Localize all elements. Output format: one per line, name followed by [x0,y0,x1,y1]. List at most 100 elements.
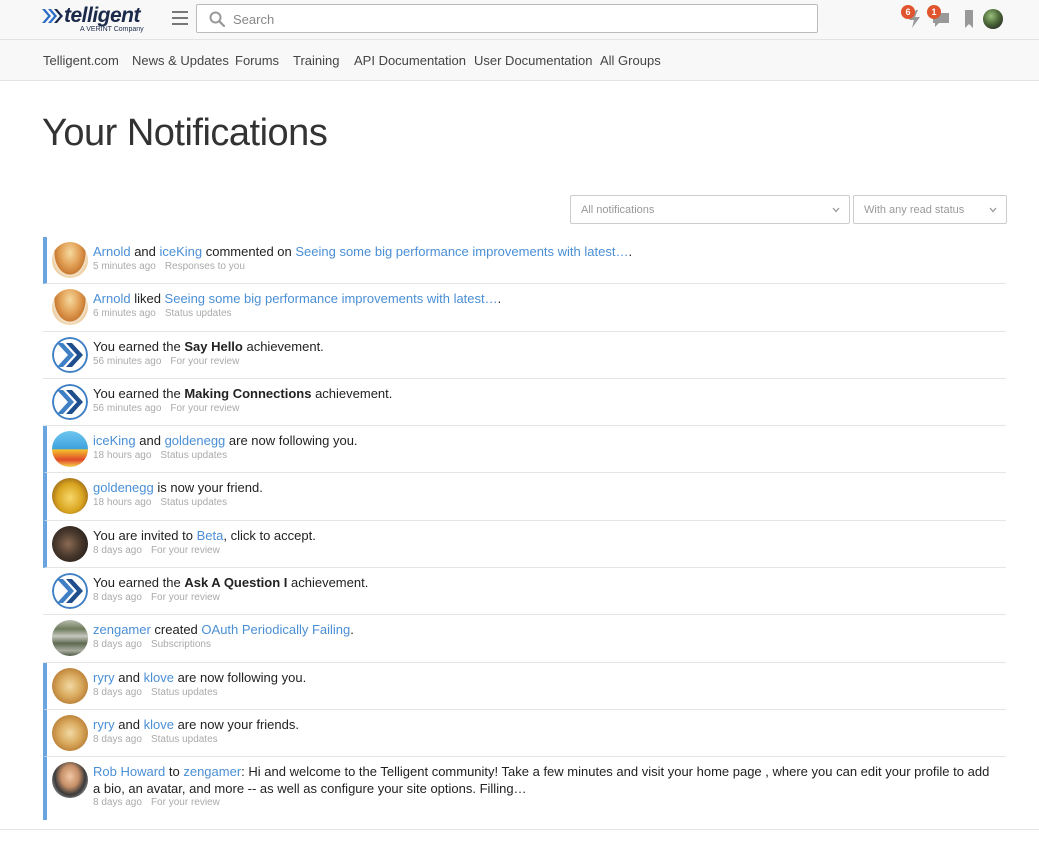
hamburger-menu-icon[interactable] [172,11,188,27]
notification-category: Subscriptions [150,639,211,651]
notification-text: goldenegg is now your friend. [93,479,998,496]
notification-time: 6 minutes ago [93,308,156,320]
notification-time: 18 hours ago [93,450,152,462]
notification-meta: 18 hours ago Status updates [93,450,227,461]
notification-link[interactable]: Beta [197,528,224,543]
notification-row[interactable]: You are invited to Beta, click to accept… [43,520,1006,569]
notification-link[interactable]: ryry [93,717,115,732]
notification-text-part: You earned the [93,575,185,591]
author-avatar[interactable] [52,667,88,704]
achievement-icon[interactable] [52,573,88,610]
author-avatar[interactable] [52,620,88,657]
notification-type-select[interactable]: All notifications [570,195,850,224]
notifications-button[interactable]: 6 [901,5,925,29]
author-avatar[interactable] [52,762,88,799]
notification-row[interactable]: Rob Howard to zengamer: Hi and welcome t… [43,757,1006,821]
nav-api-documentation[interactable]: API Documentation [354,53,466,68]
notification-link[interactable]: iceKing [93,433,136,448]
notification-link[interactable]: iceKing [160,244,203,259]
notification-text-part: commented on [202,244,296,259]
notification-row[interactable]: You earned the Making Connections achiev… [43,379,1006,427]
notification-row[interactable]: ryry and klove are now following you. 8 d… [43,662,1006,710]
notification-meta: 8 days ago Status updates [93,734,218,745]
author-avatar[interactable] [52,431,88,468]
notification-text-part: Ask A Question I [184,575,288,591]
notification-link[interactable]: Seeing some big performance improvements… [295,244,628,259]
nav-user-documentation[interactable]: User Documentation [474,53,593,68]
notification-category: For your review [170,355,240,367]
chevron-down-icon [989,207,997,213]
notification-meta: 8 days ago For your review [93,545,220,556]
notification-link[interactable]: ryry [93,670,115,685]
notification-text: You are invited to Beta, click to accept… [93,527,998,544]
chevron-down-icon [832,207,840,213]
notification-category: Status updates [160,497,228,509]
notification-row[interactable]: ryry and klove are now your friends. 8 da… [43,709,1006,758]
notification-category: For your review [170,402,240,414]
notifications-badge: 6 [901,5,915,19]
notification-text-part: Making Connections [184,385,312,401]
notification-row[interactable]: You earned the Ask A Question I achievem… [43,568,1006,616]
user-avatar[interactable] [983,9,1003,29]
notification-text: zengamer created OAuth Periodically Fail… [93,621,998,638]
notification-row[interactable]: goldenegg is now your friend. 18 hours ag… [43,473,1006,521]
logo-tagline: A VERINT Company [80,26,144,33]
notification-link[interactable]: Seeing some big performance improvements… [165,291,498,306]
author-avatar[interactable] [52,242,88,278]
bookmark-icon [965,10,973,28]
notification-text-part: achievement. [242,338,324,354]
bookmarks-button[interactable] [960,9,980,29]
notification-link[interactable]: zengamer [93,622,151,637]
notification-link[interactable]: Rob Howard [93,764,165,779]
author-avatar[interactable] [52,525,88,562]
notification-link[interactable]: zengamer [183,764,241,779]
notification-time: 8 days ago [93,686,142,698]
telligent-logo[interactable]: telligent A VERINT Company [42,5,152,35]
logo-arrows-icon [42,9,63,23]
author-avatar[interactable] [52,289,88,326]
search-input[interactable] [233,9,793,29]
notification-time: 5 minutes ago [93,261,156,272]
notification-text-part: achievement. [287,575,369,591]
nav-forums[interactable]: Forums [235,53,279,68]
nav-news-updates[interactable]: News & Updates [132,53,229,68]
notification-text: You earned the Making Connections achiev… [93,385,998,402]
notification-text-part: . [497,291,502,307]
notification-link[interactable]: Arnold [93,291,131,306]
notification-row[interactable]: zengamer created OAuth Periodically Fail… [43,615,1006,663]
notification-text-part: and [130,244,160,259]
notification-link[interactable]: klove [144,670,174,685]
messages-button[interactable]: 1 [927,5,951,29]
notification-text-part: , click to accept. [223,527,316,543]
notification-link[interactable]: goldenegg [165,433,226,448]
notification-row[interactable]: iceKing and goldenegg are now following … [43,426,1006,474]
nav-telligent-com[interactable]: Telligent.com [43,53,119,68]
notification-row[interactable]: Arnold and iceKing commented on Seeing s… [43,237,1006,285]
notification-text: Rob Howard to zengamer: Hi and welcome t… [93,763,998,797]
notification-text-part: Say Hello [184,338,243,354]
notification-text: You earned the Say Hello achievement. [93,338,998,355]
notification-text-part: achievement. [311,385,393,401]
author-avatar[interactable] [52,714,88,751]
notification-link[interactable]: klove [144,717,174,732]
read-status-select[interactable]: With any read status [853,195,1007,224]
notification-link[interactable]: OAuth Periodically Failing [201,622,350,637]
notification-row[interactable]: You earned the Say Hello achievement. 56 … [43,332,1006,379]
notification-text: Arnold liked Seeing some big performance… [93,290,998,307]
notification-row[interactable]: Arnold liked Seeing some big performance… [43,284,1006,332]
notification-category: Status updates [164,308,232,320]
author-avatar[interactable] [52,478,88,515]
notification-link[interactable]: Arnold [93,244,131,259]
notification-category: Status updates [150,733,218,745]
top-header: telligent A VERINT Company 6 1 [0,0,1039,40]
achievement-icon[interactable] [52,383,88,420]
notification-type-value: All notifications [581,204,655,216]
notification-meta: 8 days ago Subscriptions [93,639,211,650]
nav-all-groups[interactable]: All Groups [600,53,661,68]
achievement-icon[interactable] [52,336,88,373]
nav-training[interactable]: Training [293,53,339,68]
notification-text-part: are now following you. [173,669,307,685]
logo-wordmark: telligent [64,4,141,27]
notification-link[interactable]: goldenegg [93,480,154,495]
messages-badge: 1 [927,5,941,19]
